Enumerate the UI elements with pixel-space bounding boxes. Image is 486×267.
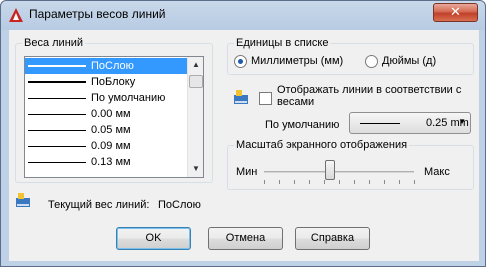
scale-tick	[294, 180, 295, 184]
scale-slider-track[interactable]	[264, 171, 415, 184]
scale-tick	[354, 180, 355, 184]
list-scrollbar[interactable]: ▲ ▼	[187, 57, 203, 177]
scroll-thumb[interactable]	[189, 75, 203, 88]
close-button[interactable]: ✕	[433, 3, 478, 22]
lineweight-sample	[28, 98, 86, 99]
dropdown-line-sample	[360, 123, 400, 124]
list-item-label: 0.00 мм	[91, 108, 131, 120]
display-lineweight-label[interactable]: Отображать линии в соответствии с весами	[277, 84, 467, 108]
current-lineweight-label: Текущий вес линий:	[48, 199, 150, 211]
units-legend: Единицы в списке	[234, 37, 331, 49]
title-bar[interactable]: Параметры весов линий ✕	[1, 1, 485, 29]
autocad-icon	[9, 8, 23, 22]
dialog-window: Параметры весов линий ✕ Веса линий 0.13 …	[0, 0, 486, 267]
list-item[interactable]: 0.13 мм	[25, 154, 188, 170]
scale-max-label: Макс	[424, 166, 450, 178]
radio-millimeters-label[interactable]: Миллиметры (мм)	[251, 55, 343, 67]
lineweight-sample	[28, 162, 86, 163]
scale-tick	[279, 180, 280, 184]
scale-tick	[384, 180, 385, 184]
lineweights-group: Веса линий 0.13 мм 0.09 мм 0.05 мм 0.00 мм П…	[15, 37, 213, 183]
units-group: Единицы в списке Миллиметры (мм) Дюймы (…	[227, 37, 474, 75]
radio-millimeters[interactable]	[234, 55, 247, 68]
default-dropdown[interactable]: 0.25 mm ▼	[349, 112, 471, 134]
close-icon: ✕	[450, 4, 461, 19]
lineweights-list[interactable]: 0.13 мм 0.09 мм 0.05 мм 0.00 мм По умолчанию…	[24, 56, 204, 178]
lineweight-sample	[28, 81, 86, 83]
current-lineweight-value: ПоСлою	[158, 199, 201, 211]
scale-tick	[414, 180, 415, 184]
dialog-body: Веса линий 0.13 мм 0.09 мм 0.05 мм 0.00 мм П…	[9, 30, 479, 261]
list-item[interactable]: 0.05 мм	[25, 122, 188, 138]
list-item-label: ПоБлоку	[91, 76, 136, 88]
radio-inches-label[interactable]: Дюймы (д)	[382, 55, 436, 67]
scale-legend: Масштаб экранного отображения	[234, 139, 410, 151]
list-item[interactable]: По умолчанию	[25, 90, 188, 106]
list-item-label: 0.05 мм	[91, 124, 131, 136]
scale-min-label: Мин	[236, 166, 258, 178]
radio-dot	[238, 59, 243, 64]
list-item[interactable]: ПоСлою	[25, 58, 188, 74]
list-item-label: По умолчанию	[91, 92, 166, 104]
scale-tick	[369, 180, 370, 184]
scale-tick	[324, 180, 325, 184]
current-lineweight-icon	[16, 193, 30, 207]
list-item[interactable]: 0.00 мм	[25, 106, 188, 122]
lineweights-legend: Веса линий	[22, 37, 86, 49]
list-item-label: 0.13 мм	[91, 156, 131, 168]
lineweight-sample	[28, 130, 86, 131]
chevron-down-icon: ▼	[458, 117, 466, 126]
scale-tick	[399, 180, 400, 184]
scale-tick	[264, 180, 265, 184]
list-item[interactable]: 0.09 мм	[25, 138, 188, 154]
lineweight-sample	[28, 65, 86, 67]
scroll-up-icon[interactable]: ▲	[188, 57, 203, 73]
scale-tick	[309, 180, 310, 184]
lineweight-sample	[28, 146, 86, 147]
list-item-label: ПоСлою	[91, 60, 134, 72]
scale-tick	[339, 180, 340, 184]
list-item[interactable]: ПоБлоку	[25, 74, 188, 90]
window-title: Параметры весов линий	[29, 7, 166, 21]
lineweight-sample	[28, 114, 86, 115]
radio-inches[interactable]	[365, 55, 378, 68]
default-label: По умолчанию	[265, 119, 340, 131]
scale-slider-thumb[interactable]	[325, 160, 335, 180]
cancel-button[interactable]: Отмена	[208, 227, 283, 250]
help-button[interactable]: Справка	[295, 227, 370, 250]
display-lineweight-checkbox[interactable]	[259, 92, 272, 105]
ok-button[interactable]: OK	[116, 227, 191, 250]
lineweight-display-icon	[234, 90, 248, 104]
scale-group: Масштаб экранного отображения Мин Макс	[227, 139, 474, 190]
list-item-label: 0.09 мм	[91, 140, 131, 152]
scroll-down-icon[interactable]: ▼	[188, 161, 203, 177]
